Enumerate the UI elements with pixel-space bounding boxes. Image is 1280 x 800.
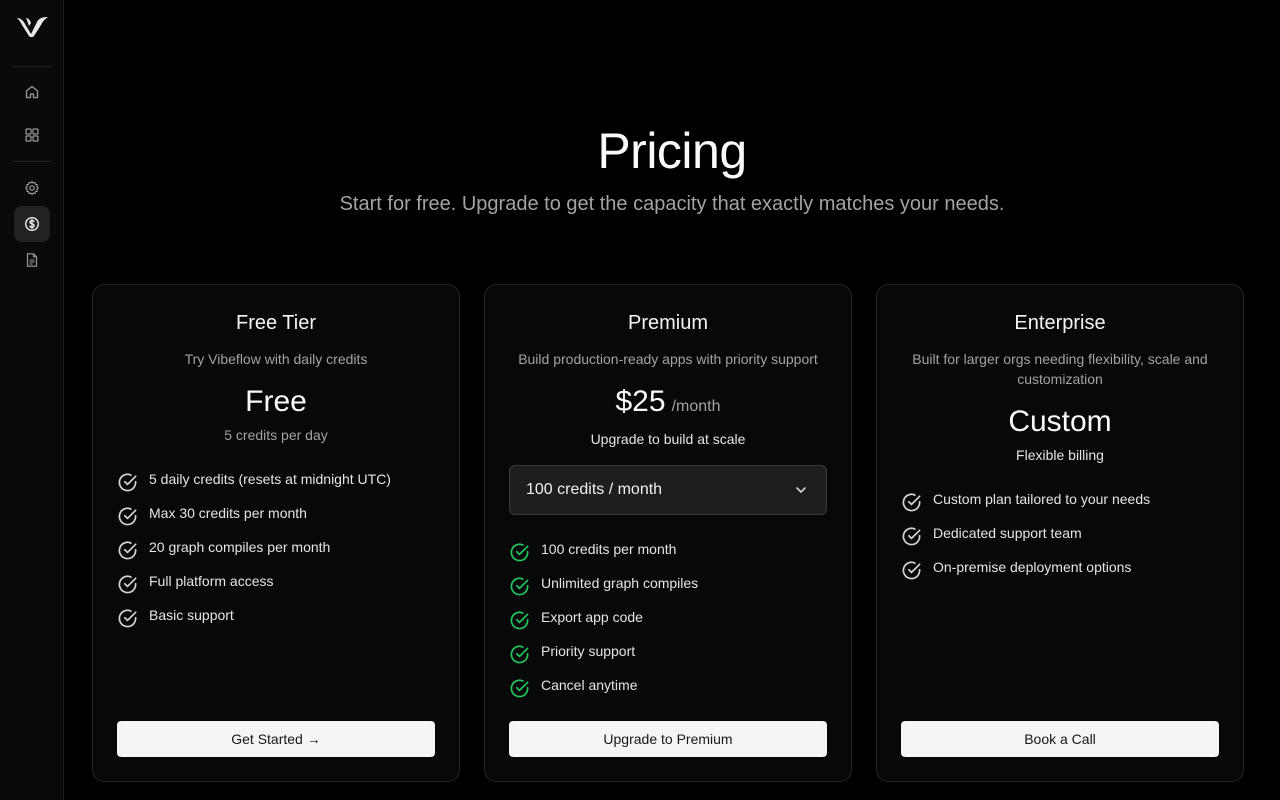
feature-item: Max 30 credits per month — [117, 504, 435, 538]
get-started-button[interactable]: Get Started → — [117, 721, 435, 757]
gear-icon — [25, 180, 39, 196]
feature-item: Unlimited graph compiles — [509, 574, 827, 608]
feature-item: 5 daily credits (resets at midnight UTC) — [117, 470, 435, 504]
check-circle-icon — [118, 473, 137, 492]
plan-name: Enterprise — [1014, 312, 1106, 334]
feature-item: Priority support — [509, 642, 827, 676]
feature-item: Export app code — [509, 608, 827, 642]
plan-description: Build production-ready apps with priorit… — [518, 351, 818, 367]
grid-icon — [25, 128, 39, 142]
sidebar-divider — [12, 66, 52, 67]
plan-price: Custom — [1008, 405, 1112, 438]
price-unit: /month — [671, 398, 721, 415]
plan-price: $25 — [615, 385, 666, 418]
plan-name: Premium — [627, 312, 708, 334]
plan-card-enterprise: Enterprise Built for larger orgs needing… — [876, 284, 1244, 782]
feature-item: Custom plan tailored to your needs — [901, 490, 1219, 524]
check-circle-icon — [510, 611, 529, 630]
sidebar-divider — [12, 161, 52, 162]
plan-description: Try Vibeflow with daily credits — [184, 351, 368, 367]
price-note: 5 credits per day — [224, 427, 328, 443]
feature-item: Full platform access — [117, 572, 435, 606]
check-circle-icon — [510, 645, 529, 664]
check-circle-icon — [118, 541, 137, 560]
logo-icon[interactable] — [16, 14, 50, 38]
page-title: Pricing — [597, 123, 747, 179]
feature-item: Basic support — [117, 606, 435, 640]
feature-list: 5 daily credits (resets at midnight UTC)… — [117, 470, 435, 640]
home-icon — [25, 85, 39, 99]
feature-list: Custom plan tailored to your needs Dedic… — [901, 490, 1219, 592]
plan-card-premium: Premium Build production-ready apps with… — [484, 284, 852, 782]
feature-item: 100 credits per month — [509, 540, 827, 574]
upgrade-to-premium-button[interactable]: Upgrade to Premium — [509, 721, 827, 757]
check-circle-icon — [510, 543, 529, 562]
feature-item: 20 graph compiles per month — [117, 538, 435, 572]
sidebar-item-docs[interactable] — [14, 242, 50, 278]
check-circle-icon — [902, 527, 921, 546]
check-circle-icon — [902, 493, 921, 512]
document-icon — [26, 253, 38, 267]
check-circle-icon — [118, 609, 137, 628]
sidebar-item-settings[interactable] — [14, 170, 50, 206]
price-note: Upgrade to build at scale — [590, 431, 746, 447]
chevron-down-icon — [796, 487, 806, 493]
check-circle-icon — [902, 561, 921, 580]
check-circle-icon — [118, 507, 137, 526]
plan-description: Built for larger orgs needing flexibilit… — [912, 351, 1208, 387]
check-circle-icon — [510, 577, 529, 596]
check-circle-icon — [510, 679, 529, 698]
sidebar-item-apps[interactable] — [14, 117, 50, 153]
page-subtitle: Start for free. Upgrade to get the capac… — [339, 193, 1005, 215]
feature-item: Cancel anytime — [509, 676, 827, 710]
feature-item: Dedicated support team — [901, 524, 1219, 558]
check-circle-icon — [118, 575, 137, 594]
feature-item: On-premise deployment options — [901, 558, 1219, 592]
sidebar-item-pricing[interactable] — [14, 206, 50, 242]
plan-price: Free — [245, 385, 307, 418]
plan-card-free: Free Tier Try Vibeflow with daily credit… — [92, 284, 460, 782]
plan-name: Free Tier — [235, 312, 317, 334]
credits-select[interactable]: 100 credits / month — [509, 465, 827, 515]
feature-list: 100 credits per month Unlimited graph co… — [509, 540, 827, 710]
credits-select-value: 100 credits / month — [526, 481, 663, 498]
book-a-call-button[interactable]: Book a Call — [901, 721, 1219, 757]
sidebar — [0, 0, 64, 800]
sidebar-item-home[interactable] — [14, 74, 50, 110]
price-note: Flexible billing — [1016, 447, 1104, 463]
dollar-icon — [24, 216, 40, 232]
